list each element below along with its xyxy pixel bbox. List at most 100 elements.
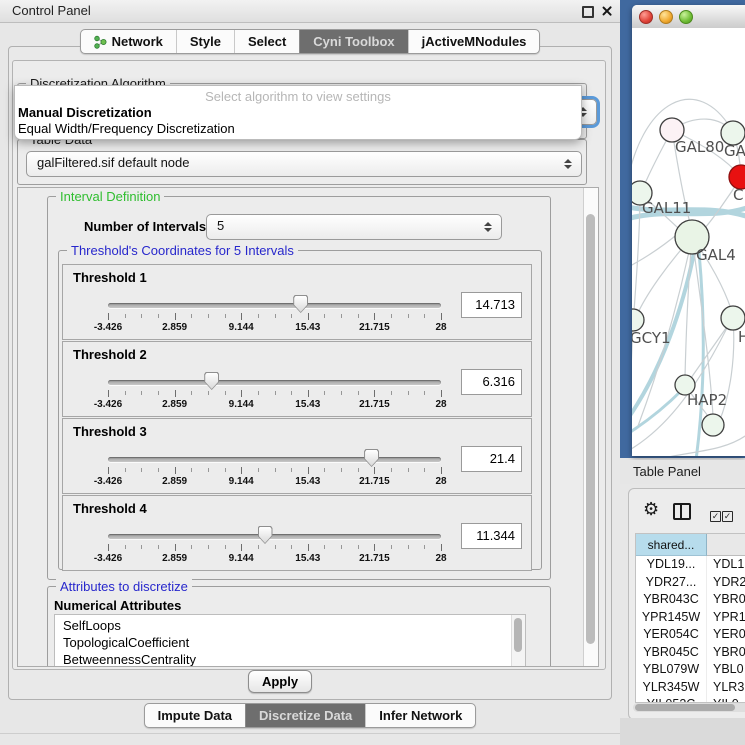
threshold-2-slider[interactable]: -3.4262.8599.14415.4321.71528 [108,342,441,416]
tab-select[interactable]: Select [234,30,299,53]
table-row[interactable]: YER054CYER0 [636,626,745,644]
attribute-list-item[interactable]: BetweennessCentrality [55,651,511,667]
numerical-attributes-label: Numerical Attributes [54,598,181,613]
cell-shared-name[interactable]: YLR345W [636,679,707,697]
cell-shared-name[interactable]: YDL19... [636,556,707,574]
slider-handle[interactable] [364,449,379,467]
tick-mark [241,390,242,397]
slider-track[interactable] [108,457,441,462]
slider-track[interactable] [108,303,441,308]
tick-mark [324,545,325,549]
network-node[interactable] [702,414,724,436]
tab-label: Discretize Data [259,704,352,727]
network-graph[interactable]: GAL80GACGAL11GAL4GCY1HHAP2 [632,28,745,456]
network-node-gcy1[interactable] [632,309,644,331]
list-scrollbar[interactable] [511,615,525,667]
tick-mark [291,391,292,395]
slider-handle[interactable] [204,372,219,390]
table-row[interactable]: YDL19...YDL1 [636,556,745,574]
tab-discretize-data[interactable]: Discretize Data [245,704,365,727]
bottom-tabs: Impute Data Discretize Data Infer Networ… [0,703,620,728]
slider-handle[interactable] [258,526,273,544]
attribute-list-item[interactable]: TopologicalCoefficient [55,634,511,651]
checkbox-icon[interactable]: ✓ [722,511,733,522]
minimize-window-icon[interactable] [659,10,673,24]
column-header-shared[interactable]: shared... [636,534,707,556]
cell-shared-name[interactable]: YBR045C [636,644,707,662]
tab-style[interactable]: Style [176,30,234,53]
cell-name[interactable]: YBR0 [707,644,745,662]
cell-shared-name[interactable]: YPR145W [636,609,707,627]
settings-scrollbar[interactable] [583,188,598,666]
slider-track[interactable] [108,534,441,539]
tick-mark [424,545,425,549]
slider-track[interactable] [108,380,441,385]
table-row[interactable]: YIL052CYIL0 [636,696,745,703]
close-window-icon[interactable] [639,10,653,24]
cell-name[interactable]: YER0 [707,626,745,644]
numerical-attributes-list[interactable]: SelfLoopsTopologicalCoefficientBetweenne… [54,614,526,667]
cell-name[interactable]: YBL0 [707,661,745,679]
tick-mark [308,467,309,474]
table-row[interactable]: YDR27...YDR2 [636,574,745,592]
column-layout-icon[interactable] [673,503,691,520]
cell-name[interactable]: YLR3 [707,679,745,697]
node-attribute-table[interactable]: shared... na YDL19...YDL1YDR27...YDR2YBR… [635,533,745,703]
threshold-4-slider[interactable]: -3.4262.8599.14415.4321.71528 [108,496,441,570]
cell-name[interactable]: YDR2 [707,574,745,592]
table-horizontal-scrollbar[interactable] [633,703,745,712]
tab-jactivemnodules[interactable]: jActiveMNodules [408,30,540,53]
dropdown-option-manual[interactable]: Manual Discretization [15,105,581,121]
slider-ticks [108,390,441,397]
threshold-value-field[interactable]: 14.713 [461,292,522,318]
cell-shared-name[interactable]: YER054C [636,626,707,644]
list-scrollbar-thumb[interactable] [514,618,522,652]
control-panel-title: Control Panel [12,3,91,18]
close-panel-icon[interactable] [601,5,612,16]
cell-name[interactable]: YIL0 [707,696,745,703]
network-node-h[interactable] [721,306,745,330]
gear-icon[interactable]: ⚙ [643,500,659,518]
network-canvas[interactable]: GAL80GACGAL11GAL4GCY1HHAP2 [632,28,745,456]
tick-label: 15.43 [295,399,320,410]
tab-impute-data[interactable]: Impute Data [145,704,245,727]
table-row[interactable]: YLR345WYLR3 [636,679,745,697]
threshold-1-slider[interactable]: -3.4262.8599.14415.4321.71528 [108,265,441,339]
network-window-titlebar[interactable] [632,5,745,29]
cell-name[interactable]: YPR1 [707,609,745,627]
attribute-list-item[interactable]: SelfLoops [55,617,511,634]
tick-mark [358,545,359,549]
threshold-value-field[interactable]: 21.4 [461,446,522,472]
table-row[interactable]: YBR043CYBR0 [636,591,745,609]
table-row[interactable]: YBL079WYBL0 [636,661,745,679]
slider-handle[interactable] [293,295,308,313]
tick-label: 28 [435,476,446,487]
cell-name[interactable]: YBR0 [707,591,745,609]
float-panel-icon[interactable] [582,6,594,18]
column-header-name[interactable]: na [707,534,745,556]
dropdown-option-equal-width[interactable]: Equal Width/Frequency Discretization [15,121,581,137]
number-of-intervals-combobox[interactable]: 5 [206,214,502,240]
tab-network[interactable]: Network [81,30,176,53]
threshold-value-field[interactable]: 11.344 [461,523,522,549]
cell-shared-name[interactable]: YBL079W [636,661,707,679]
tick-label: 9.144 [229,553,254,564]
cell-shared-name[interactable]: YIL052C [636,696,707,703]
checkbox-icon[interactable]: ✓ [710,511,721,522]
tick-mark [358,468,359,472]
zoom-window-icon[interactable] [679,10,693,24]
tab-cyni-toolbox[interactable]: Cyni Toolbox [299,30,407,53]
table-rows: YDL19...YDL1YDR27...YDR2YBR043CYBR0YPR14… [636,556,745,703]
table-row[interactable]: YPR145WYPR1 [636,609,745,627]
threshold-3-slider[interactable]: -3.4262.8599.14415.4321.71528 [108,419,441,493]
apply-button[interactable]: Apply [248,670,312,693]
table-scrollbar-thumb[interactable] [635,704,735,711]
table-data-combobox[interactable]: galFiltered.sif default node [26,151,582,177]
table-row[interactable]: YBR045CYBR0 [636,644,745,662]
threshold-value-field[interactable]: 6.316 [461,369,522,395]
cell-shared-name[interactable]: YDR27... [636,574,707,592]
cell-shared-name[interactable]: YBR043C [636,591,707,609]
tab-infer-network[interactable]: Infer Network [365,704,475,727]
settings-scrollbar-thumb[interactable] [586,214,595,644]
cell-name[interactable]: YDL1 [707,556,745,574]
